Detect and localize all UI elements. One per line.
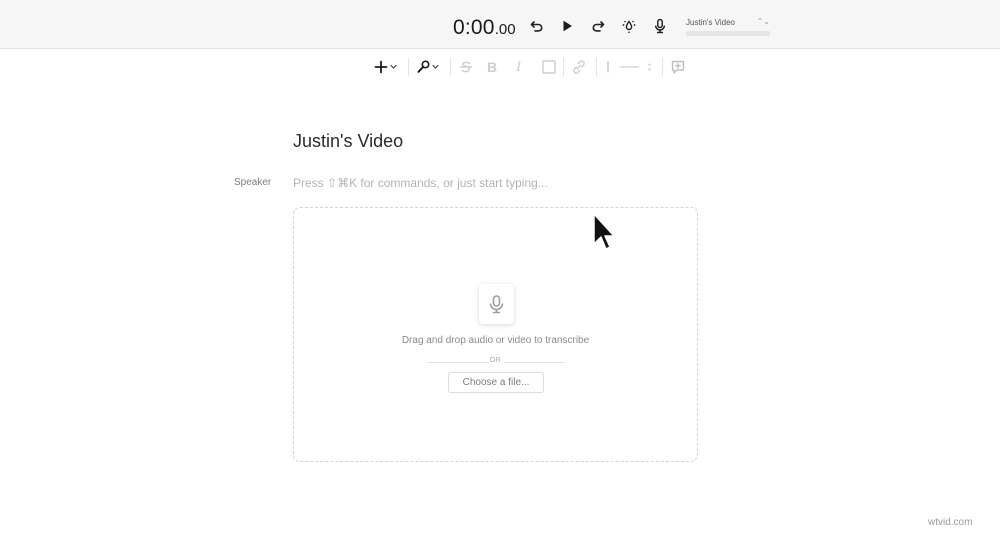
- composition-select[interactable]: Justin's Video ⌃⌄: [684, 16, 772, 38]
- toolbar-divider: [563, 58, 564, 76]
- toolbar-divider: [662, 58, 663, 76]
- editor-placeholder[interactable]: Press ⇧⌘K for commands, or just start ty…: [293, 176, 548, 190]
- microphone-icon: [489, 295, 504, 314]
- play-icon[interactable]: [559, 18, 575, 34]
- composition-name: Justin's Video: [686, 18, 735, 27]
- strikethrough-icon[interactable]: [458, 59, 474, 75]
- marker-control[interactable]: [603, 59, 655, 75]
- or-divider-right: [503, 362, 565, 363]
- document-title[interactable]: Justin's Video: [293, 131, 403, 152]
- microphone-icon[interactable]: [652, 18, 668, 34]
- audio-level-meter: [686, 31, 770, 36]
- toolbar-divider: [596, 58, 597, 76]
- drip-icon[interactable]: [621, 18, 637, 34]
- toolbar-divider: [408, 58, 409, 76]
- tools-menu-button[interactable]: [416, 59, 442, 75]
- chevron-updown-icon: ⌃⌄: [756, 17, 770, 26]
- comment-plus-icon[interactable]: [670, 59, 686, 75]
- square-icon[interactable]: [541, 59, 557, 75]
- choose-file-button[interactable]: Choose a file...: [448, 372, 544, 393]
- mouse-pointer-icon: [593, 213, 615, 250]
- bold-button[interactable]: B: [487, 59, 499, 75]
- add-menu-button[interactable]: [374, 59, 400, 75]
- dropzone-instructions: Drag and drop audio or video to transcri…: [401, 335, 590, 346]
- or-label: OR: [489, 357, 502, 364]
- speaker-label[interactable]: Speaker: [234, 177, 271, 188]
- timecode-main: 0:00: [453, 16, 495, 39]
- link-icon[interactable]: [571, 59, 587, 75]
- toolbar-divider: [450, 58, 451, 76]
- timecode-display[interactable]: 0:00.00: [453, 16, 516, 40]
- transport-bar: 0:00.00 Justin's Video ⌃⌄: [0, 0, 1000, 49]
- media-dropzone[interactable]: Drag and drop audio or video to transcri…: [293, 207, 698, 462]
- redo-icon[interactable]: [590, 18, 606, 34]
- timecode-fraction: .00: [494, 21, 516, 38]
- watermark: wtvid.com: [928, 517, 973, 528]
- undo-icon[interactable]: [529, 18, 545, 34]
- italic-button[interactable]: I: [516, 59, 528, 75]
- record-audio-tile[interactable]: [479, 284, 514, 324]
